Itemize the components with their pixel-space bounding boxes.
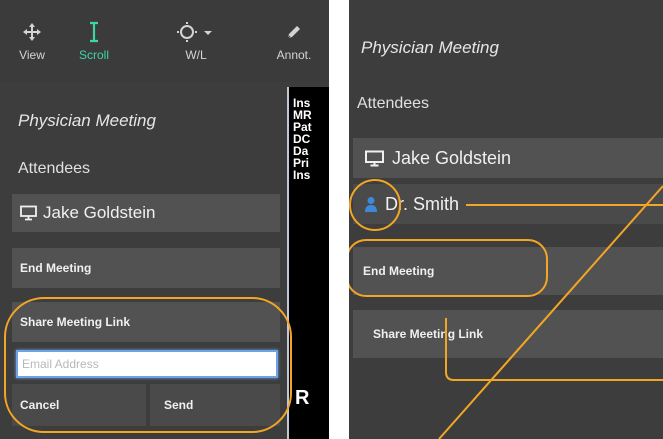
- attendee-row-dr-smith: Dr. Smith: [353, 184, 663, 224]
- meeting-panel-right: Physician Meeting Attendees Jake Goldste…: [349, 0, 663, 439]
- attendee-row: Jake Goldstein: [12, 194, 280, 232]
- window-level-label: W/L: [185, 48, 207, 62]
- end-meeting-button[interactable]: End Meeting: [12, 248, 280, 288]
- scroll-tool-label: Scroll: [78, 48, 109, 62]
- attendees-heading: Attendees: [357, 95, 430, 112]
- send-button[interactable]: Send: [150, 384, 280, 426]
- annotate-tool[interactable]: Annot.: [266, 18, 322, 62]
- attendee-name: Dr. Smith: [385, 193, 460, 214]
- end-meeting-button[interactable]: End Meeting: [353, 247, 663, 295]
- scroll-tool[interactable]: Scroll: [66, 18, 122, 62]
- share-meeting-link-button[interactable]: Share Meeting Link: [12, 302, 280, 342]
- email-address-input[interactable]: [16, 350, 278, 378]
- meeting-title: Physician Meeting: [18, 111, 156, 130]
- attendees-heading: Attendees: [18, 160, 91, 177]
- chevron-down-icon: [204, 31, 212, 35]
- view-tool[interactable]: View: [4, 18, 60, 62]
- viewer-toolbar: View Scroll W/L Annot.: [0, 0, 329, 82]
- annotate-tool-label: Annot.: [276, 48, 312, 62]
- attendee-name: Jake Goldstein: [392, 147, 512, 168]
- share-meeting-link-button[interactable]: Share Meeting Link: [353, 310, 663, 358]
- pencil-icon: [266, 18, 322, 46]
- image-viewer-strip[interactable]: Ins MR Pat DC Da Pri Ins R: [287, 87, 329, 439]
- view-tool-label: View: [19, 48, 45, 62]
- attendee-row-jake: Jake Goldstein: [353, 138, 663, 178]
- window-level-tool[interactable]: W/L: [168, 18, 224, 62]
- dicom-overlay-text: Ins MR Pat DC Da Pri Ins: [293, 97, 312, 181]
- scroll-vertical-icon: [66, 18, 122, 46]
- contrast-sun-icon: [168, 18, 224, 46]
- monitor-icon: [20, 205, 37, 221]
- monitor-icon: [365, 150, 384, 167]
- attendee-name: Jake Goldstein: [43, 203, 156, 222]
- meeting-title: Physician Meeting: [361, 38, 499, 57]
- cancel-button[interactable]: Cancel: [12, 384, 146, 426]
- user-icon: [365, 196, 377, 212]
- orientation-marker: R: [295, 387, 310, 409]
- move-arrows-icon: [4, 18, 60, 46]
- meeting-panel-left: View Scroll W/L Annot. Physician Meeting…: [0, 0, 329, 439]
